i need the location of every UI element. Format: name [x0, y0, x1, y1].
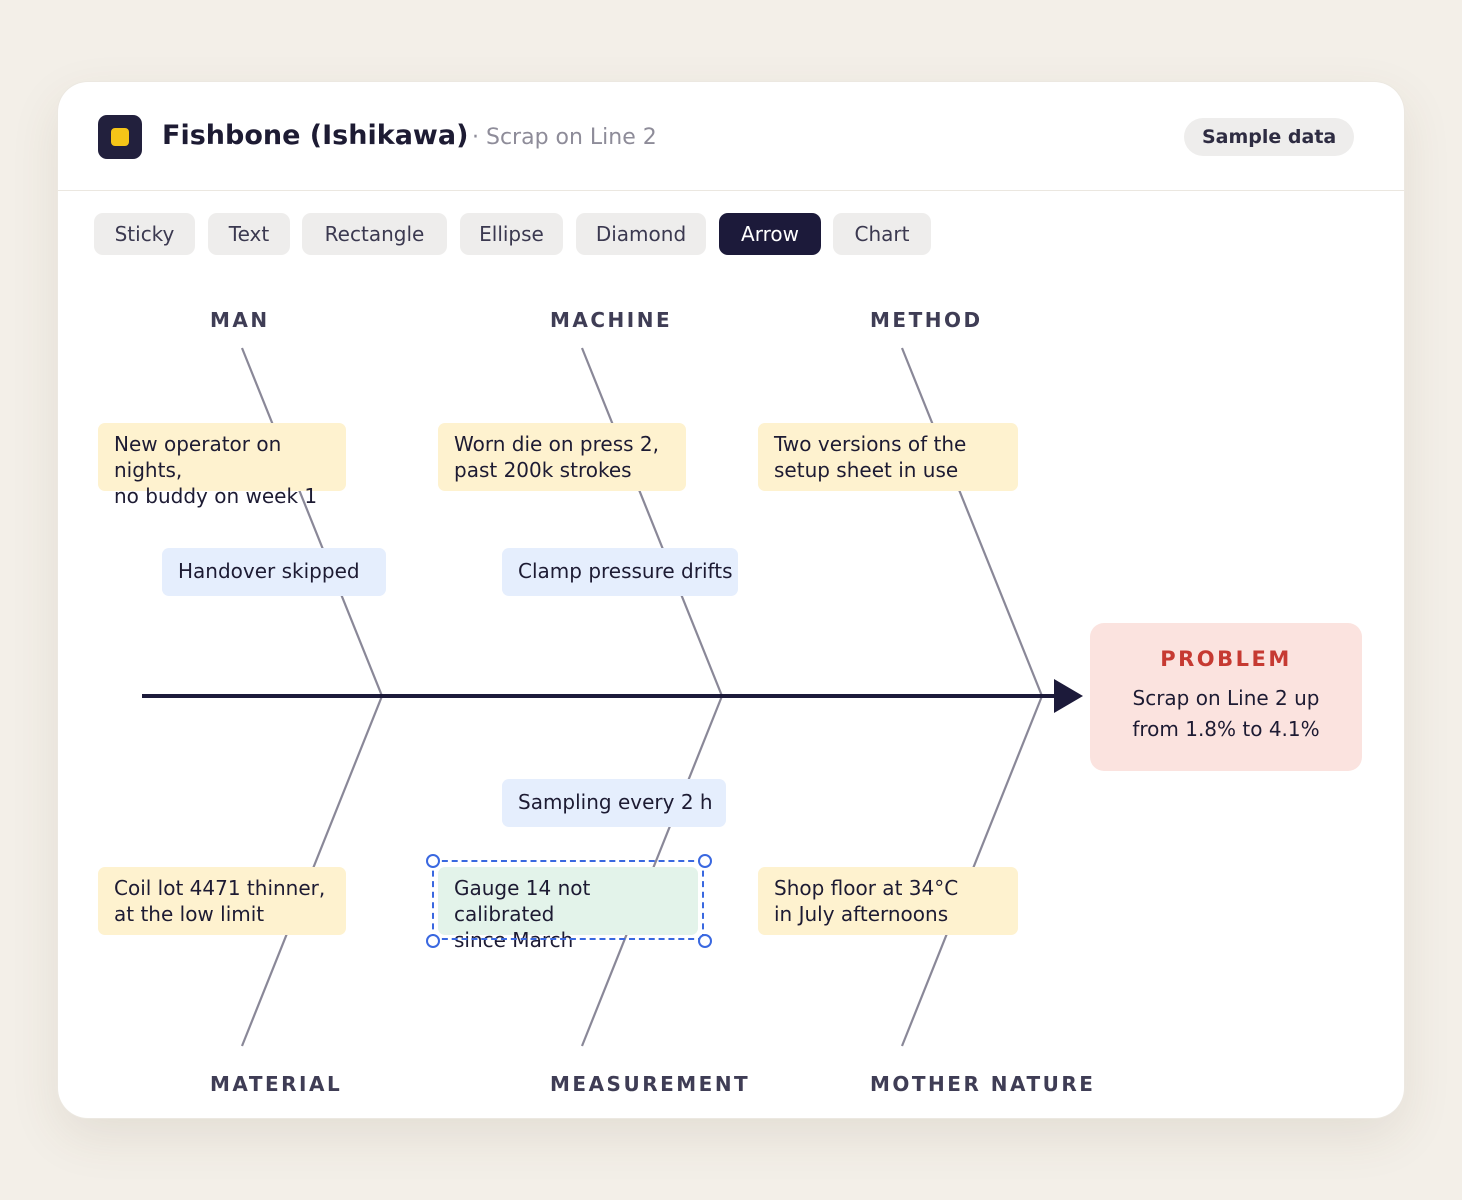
sticky-man-cause[interactable]: New operator on nights, no buddy on week… — [98, 423, 346, 508]
sticky-material-cause[interactable]: Coil lot 4471 thinner, at the low limit — [98, 867, 346, 935]
category-method: METHOD — [870, 308, 983, 332]
sticky-measurement-subcause[interactable]: Sampling every 2 h — [502, 779, 726, 827]
diagram-card: Fishbone (Ishikawa) · Scrap on Line 2 Sa… — [58, 82, 1404, 1118]
sticky-machine-cause[interactable]: Worn die on press 2, past 200k strokes — [438, 423, 686, 491]
sticky-method-cause[interactable]: Two versions of the setup sheet in use — [758, 423, 1018, 491]
category-measurement: MEASUREMENT — [550, 1072, 751, 1096]
sticky-man-subcause[interactable]: Handover skipped — [162, 548, 386, 596]
bone-man — [240, 347, 384, 697]
resize-handle-top-left[interactable] — [426, 854, 440, 868]
category-material: MATERIAL — [210, 1072, 343, 1096]
problem-box[interactable]: PROBLEM Scrap on Line 2 up from 1.8% to … — [1090, 623, 1362, 771]
category-mother-nature: MOTHER NATURE — [870, 1072, 1096, 1096]
sticky-mother-nature-cause[interactable]: Shop floor at 34°C in July afternoons — [758, 867, 1018, 935]
fishbone-lines — [142, 347, 1083, 1047]
resize-handle-top-right[interactable] — [698, 854, 712, 868]
problem-statement: Scrap on Line 2 up from 1.8% to 4.1% — [1132, 686, 1320, 741]
selection-outline — [432, 860, 704, 940]
problem-label: PROBLEM — [1160, 647, 1292, 671]
bone-method — [900, 347, 1044, 697]
resize-handle-bottom-right[interactable] — [698, 934, 712, 948]
category-man: MAN — [210, 308, 270, 332]
bone-machine — [580, 347, 724, 697]
spine-arrowhead-icon — [1054, 679, 1083, 713]
category-machine: MACHINE — [550, 308, 673, 332]
sticky-machine-subcause[interactable]: Clamp pressure drifts — [502, 548, 738, 596]
resize-handle-bottom-left[interactable] — [426, 934, 440, 948]
